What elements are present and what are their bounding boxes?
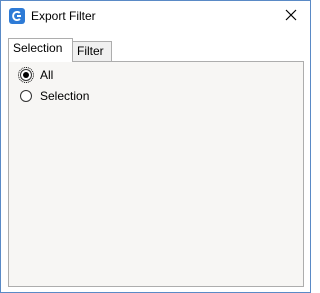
tab-filter[interactable]: Filter xyxy=(72,41,112,61)
window-title: Export Filter xyxy=(31,9,96,23)
tab-filter-label: Filter xyxy=(77,44,104,58)
tab-selection-label: Selection xyxy=(13,41,63,55)
close-button[interactable] xyxy=(271,1,310,31)
selection-tab-panel: All Selection xyxy=(8,61,304,287)
dialog-client-area: Selection Filter All Selection xyxy=(1,31,310,292)
radio-all-label: All xyxy=(40,68,54,82)
radio-selection-label: Selection xyxy=(40,89,90,103)
radio-option-all[interactable]: All xyxy=(18,67,54,83)
radio-all[interactable] xyxy=(18,67,34,83)
export-filter-dialog: Export Filter Selection Filter All Selec… xyxy=(0,0,311,293)
radio-selection[interactable] xyxy=(20,90,32,102)
close-icon xyxy=(285,9,297,24)
radio-option-selection[interactable]: Selection xyxy=(20,88,89,104)
title-bar[interactable]: Export Filter xyxy=(1,1,310,31)
app-logo-icon xyxy=(9,8,25,24)
tab-selection[interactable]: Selection xyxy=(8,38,73,62)
